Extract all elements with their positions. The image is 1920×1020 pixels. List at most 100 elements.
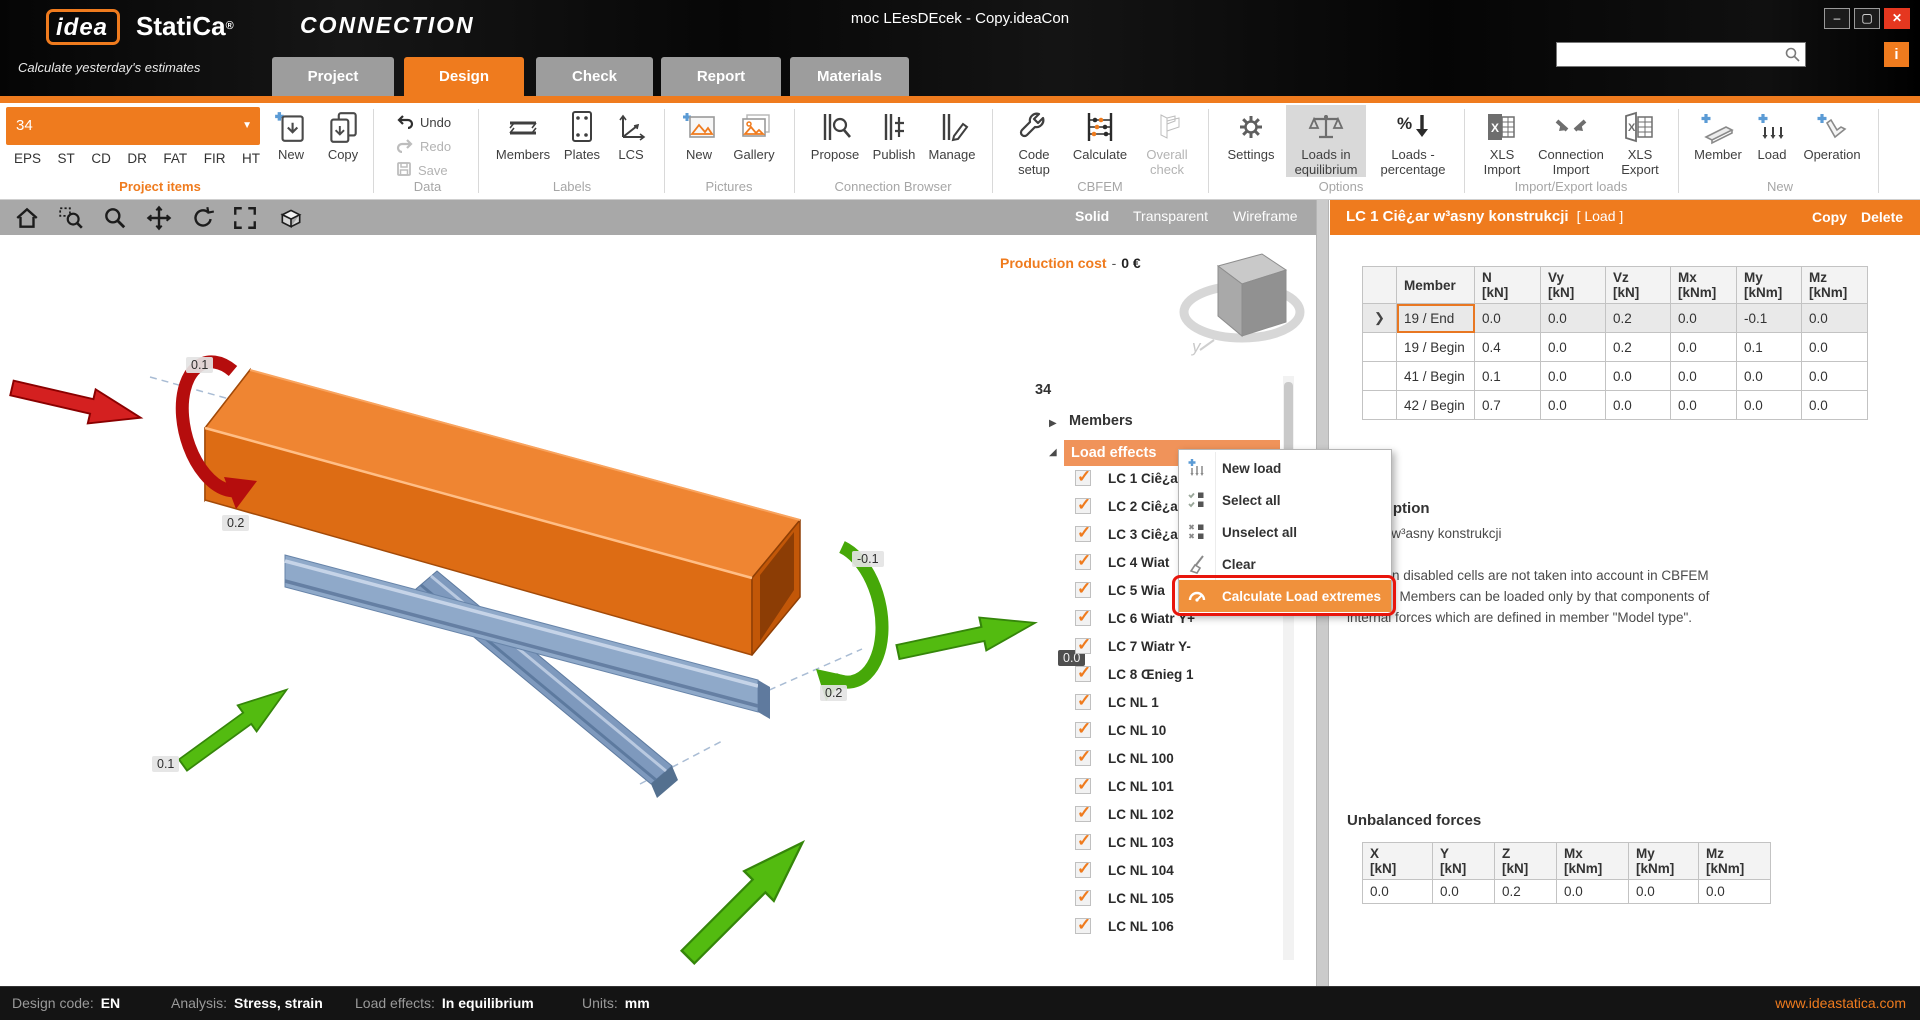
value-cell[interactable]: 0.0 xyxy=(1541,362,1606,391)
value-cell[interactable]: 0.0 xyxy=(1606,391,1671,420)
load-case-item[interactable]: ✓ LC NL 101 xyxy=(1075,772,1395,800)
picture-gallery-button[interactable]: Gallery xyxy=(726,105,782,162)
tab-materials[interactable]: Materials xyxy=(790,57,909,96)
display-mode-transparent[interactable]: Transparent xyxy=(1133,208,1208,224)
checkbox-checked-icon[interactable]: ✓ xyxy=(1075,722,1091,738)
table-row[interactable]: 42 / Begin 0.7 0.0 0.0 0.0 0.0 0.0 xyxy=(1363,391,1868,420)
save-button[interactable]: Save xyxy=(396,159,448,181)
design-mode[interactable]: EPS xyxy=(14,151,41,166)
value-cell[interactable]: 0.1 xyxy=(1737,333,1802,362)
value-cell[interactable]: 0.0 xyxy=(1475,304,1541,333)
row-selector-cell[interactable] xyxy=(1363,333,1397,362)
labels-lcs-button[interactable]: LCS xyxy=(610,105,652,162)
display-mode-wireframe[interactable]: Wireframe xyxy=(1233,208,1298,224)
checkbox-checked-icon[interactable]: ✓ xyxy=(1075,526,1091,542)
member-cell[interactable]: 19 / Begin xyxy=(1397,333,1475,362)
value-cell[interactable]: 0.2 xyxy=(1606,304,1671,333)
maximize-button[interactable]: ▢ xyxy=(1854,8,1880,29)
value-cell[interactable]: 0.0 xyxy=(1671,333,1737,362)
tree-node-members[interactable]: Members xyxy=(1069,413,1133,429)
expander-collapsed-icon[interactable]: ▶ xyxy=(1049,418,1057,429)
copy-project-item-button[interactable]: Copy xyxy=(318,105,368,162)
load-case-item[interactable]: ✓ LC NL 100 xyxy=(1075,744,1395,772)
propose-button[interactable]: Propose xyxy=(806,105,864,162)
loads-in-equilibrium-toggle[interactable]: Loads in equilibrium xyxy=(1286,105,1366,177)
load-case-item[interactable]: ✓ LC NL 10 xyxy=(1075,716,1395,744)
value-cell[interactable]: 0.0 xyxy=(1671,304,1737,333)
loads-percentage-button[interactable]: % Loads - percentage xyxy=(1372,105,1454,177)
load-case-item[interactable]: ✓ LC NL 106 xyxy=(1075,912,1395,940)
member-cell[interactable]: 42 / Begin xyxy=(1397,391,1475,420)
row-selector-cell[interactable]: ❯ xyxy=(1363,304,1397,333)
zoom-fit-icon[interactable] xyxy=(232,205,258,231)
navigation-cube[interactable]: y xyxy=(1178,242,1310,365)
design-mode[interactable]: FIR xyxy=(204,151,226,166)
tab-report[interactable]: Report xyxy=(661,57,781,96)
value-cell[interactable]: 0.0 xyxy=(1737,391,1802,420)
checkbox-checked-icon[interactable]: ✓ xyxy=(1075,554,1091,570)
labels-members-button[interactable]: Members xyxy=(492,105,554,162)
load-case-item[interactable]: ✓ LC NL 103 xyxy=(1075,828,1395,856)
value-cell[interactable]: 0.0 xyxy=(1541,391,1606,420)
picture-new-button[interactable]: New xyxy=(676,105,722,162)
website-link[interactable]: www.ideastatica.com xyxy=(1775,995,1906,1011)
new-member-button[interactable]: Member xyxy=(1690,105,1746,162)
expander-expanded-icon[interactable]: ◢ xyxy=(1049,447,1057,458)
checkbox-checked-icon[interactable]: ✓ xyxy=(1075,806,1091,822)
value-cell[interactable]: 0.0 xyxy=(1802,333,1868,362)
design-mode[interactable]: ST xyxy=(58,151,75,166)
home-view-icon[interactable] xyxy=(14,205,40,231)
menu-item-unselect-all[interactable]: Unselect all xyxy=(1179,516,1391,548)
solid-box-icon[interactable] xyxy=(278,205,304,231)
checkbox-checked-icon[interactable]: ✓ xyxy=(1075,778,1091,794)
value-cell[interactable]: 0.1 xyxy=(1475,362,1541,391)
project-item-selector[interactable]: 34 ▼ xyxy=(6,107,260,145)
menu-item-calculate-load-extremes[interactable]: Calculate Load extremes xyxy=(1179,580,1391,612)
checkbox-checked-icon[interactable]: ✓ xyxy=(1075,582,1091,598)
checkbox-checked-icon[interactable]: ✓ xyxy=(1075,470,1091,486)
row-selector-cell[interactable] xyxy=(1363,362,1397,391)
close-button[interactable]: ✕ xyxy=(1884,8,1910,29)
value-cell[interactable]: 0.0 xyxy=(1541,333,1606,362)
tab-project[interactable]: Project xyxy=(272,57,394,96)
load-case-item[interactable]: ✓ LC NL 104 xyxy=(1075,856,1395,884)
value-cell[interactable]: 0.0 xyxy=(1802,304,1868,333)
rotate-icon[interactable] xyxy=(190,205,216,231)
checkbox-checked-icon[interactable]: ✓ xyxy=(1075,890,1091,906)
table-row[interactable]: ❯ 19 / End 0.0 0.0 0.2 0.0 -0.1 0.0 xyxy=(1363,304,1868,333)
value-cell[interactable]: 0.0 xyxy=(1671,362,1737,391)
new-project-item-button[interactable]: New xyxy=(266,105,316,162)
table-row[interactable]: 19 / Begin 0.4 0.0 0.2 0.0 0.1 0.0 xyxy=(1363,333,1868,362)
menu-item-select-all[interactable]: Select all xyxy=(1179,484,1391,516)
checkbox-checked-icon[interactable]: ✓ xyxy=(1075,638,1091,654)
info-button[interactable]: i xyxy=(1884,42,1909,67)
settings-button[interactable]: Settings xyxy=(1222,105,1280,162)
display-mode-solid[interactable]: Solid xyxy=(1075,208,1109,224)
code-setup-button[interactable]: Code setup xyxy=(1004,105,1064,177)
design-mode[interactable]: FAT xyxy=(163,151,187,166)
design-mode[interactable]: HT xyxy=(242,151,260,166)
checkbox-checked-icon[interactable]: ✓ xyxy=(1075,498,1091,514)
new-load-button[interactable]: Load xyxy=(1750,105,1794,162)
checkbox-checked-icon[interactable]: ✓ xyxy=(1075,666,1091,682)
load-case-item[interactable]: ✓ LC NL 105 xyxy=(1075,884,1395,912)
checkbox-checked-icon[interactable]: ✓ xyxy=(1075,694,1091,710)
tab-design[interactable]: Design xyxy=(404,57,524,96)
checkbox-checked-icon[interactable]: ✓ xyxy=(1075,750,1091,766)
pan-icon[interactable] xyxy=(146,205,172,231)
checkbox-checked-icon[interactable]: ✓ xyxy=(1075,834,1091,850)
value-cell[interactable]: 0.0 xyxy=(1802,362,1868,391)
design-mode[interactable]: DR xyxy=(127,151,147,166)
tab-check[interactable]: Check xyxy=(536,57,653,96)
delete-load-button[interactable]: Delete xyxy=(1861,209,1903,225)
zoom-icon[interactable] xyxy=(102,205,128,231)
undo-button[interactable]: Undo xyxy=(396,111,451,133)
member-cell[interactable]: 41 / Begin xyxy=(1397,362,1475,391)
menu-item-clear[interactable]: Clear xyxy=(1179,548,1391,580)
load-case-item[interactable]: ✓ LC NL 1 xyxy=(1075,688,1395,716)
member-cell[interactable]: 19 / End xyxy=(1397,304,1475,333)
row-selector-cell[interactable] xyxy=(1363,391,1397,420)
value-cell[interactable]: 0.4 xyxy=(1475,333,1541,362)
value-cell[interactable]: 0.0 xyxy=(1541,304,1606,333)
value-cell[interactable]: 0.0 xyxy=(1606,362,1671,391)
